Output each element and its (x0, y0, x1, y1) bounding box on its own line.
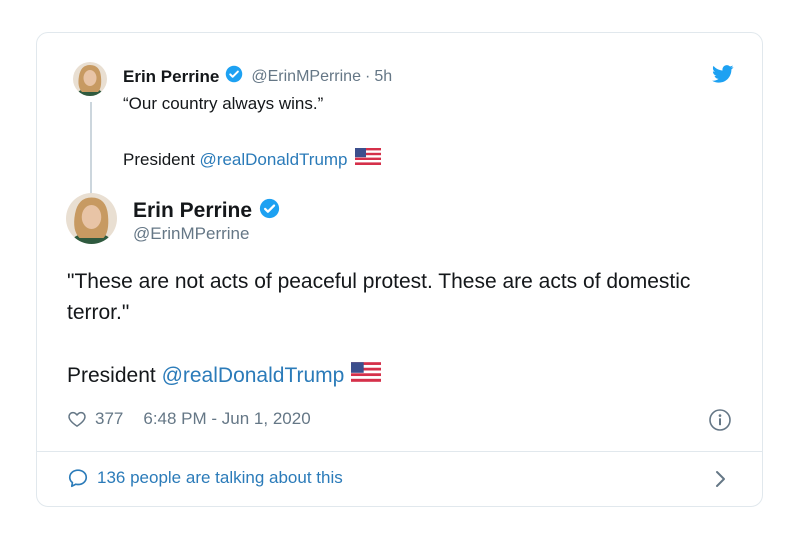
us-flag-icon (351, 360, 382, 391)
conversation-link[interactable]: 136 people are talking about this (67, 467, 343, 489)
us-flag-icon (354, 148, 381, 171)
parent-tweet[interactable]: Erin Perrine @ErinMPerrine · 5h “Our cou… (73, 60, 742, 205)
parent-mention-link[interactable]: @realDonaldTrump (200, 149, 348, 171)
chevron-right-icon[interactable] (714, 470, 728, 488)
parent-tweet-time[interactable]: 5h (374, 68, 392, 86)
parent-author-handle[interactable]: @ErinMPerrine (251, 68, 361, 86)
parent-avatar[interactable] (73, 62, 107, 96)
tweet-embed-card: Erin Perrine @ErinMPerrine · 5h “Our cou… (36, 32, 763, 507)
author-name-row: Erin Perrine (133, 198, 280, 224)
parent-tweet-text-line2: President @realDonaldTrump (123, 148, 381, 171)
verified-badge-icon (225, 65, 243, 88)
tweet-timestamp[interactable]: 6:48 PM - Jun 1, 2020 (143, 409, 310, 429)
tweet-meta-row: 377 6:48 PM - Jun 1, 2020 (67, 409, 311, 429)
parent-tweet-header: Erin Perrine @ErinMPerrine · 5h (123, 65, 392, 88)
separator-dot: · (364, 67, 371, 85)
verified-badge-icon (259, 198, 280, 224)
comment-bubble-icon (68, 469, 88, 488)
like-count[interactable]: 377 (95, 409, 123, 429)
tweet-body-line2: President @realDonaldTrump (67, 360, 382, 391)
tweet-body-text: "These are not acts of peaceful protest.… (67, 270, 691, 324)
parent-tweet-text-line1: “Our country always wins.” (123, 94, 324, 113)
info-icon[interactable] (708, 408, 732, 432)
thread-connector-line (90, 102, 92, 194)
author-handle[interactable]: @ErinMPerrine (133, 224, 249, 244)
twitter-bird-icon[interactable] (712, 65, 734, 83)
author-avatar[interactable] (66, 193, 117, 244)
author-name[interactable]: Erin Perrine (133, 199, 252, 223)
mention-link[interactable]: @realDonaldTrump (162, 360, 345, 391)
tweet-text-prefix: President (67, 364, 162, 387)
talking-about-text[interactable]: 136 people are talking about this (97, 468, 343, 488)
footer-divider (37, 451, 762, 452)
parent-author-name[interactable]: Erin Perrine (123, 67, 219, 87)
heart-icon[interactable] (67, 409, 87, 429)
parent-text-prefix: President (123, 149, 200, 169)
